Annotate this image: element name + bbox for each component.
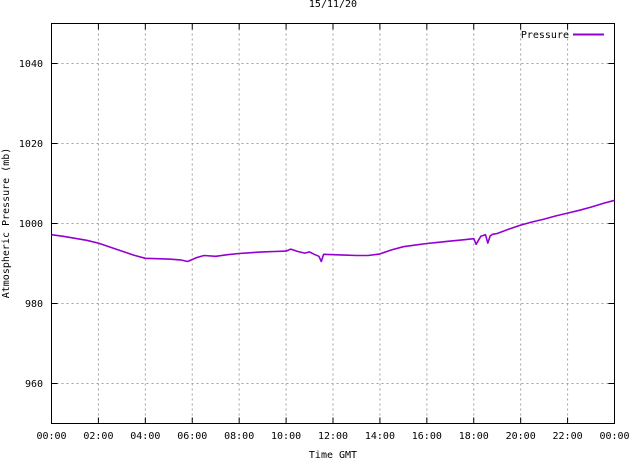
- x-tick-label: 00:00: [599, 431, 629, 442]
- x-tick-label: 20:00: [506, 431, 536, 442]
- x-tick-label: 08:00: [224, 431, 254, 442]
- x-tick-label: 22:00: [553, 431, 583, 442]
- legend-label-pressure: Pressure: [521, 30, 569, 41]
- y-tick-label: 1040: [19, 59, 43, 70]
- y-axis-label: Atmospheric Pressure (mb): [1, 148, 12, 299]
- x-axis-label: Time GMT: [309, 450, 357, 459]
- pressure-chart-svg: 00:00 02:00 04:00 06:00 08:00 10:00 12:00 14:00…: [1, 0, 629, 459]
- x-tick-label: 10:00: [271, 431, 301, 442]
- y-tick-label: 1000: [19, 219, 43, 230]
- y-tick-label: 980: [25, 299, 43, 310]
- chart-title: 15/11/20: [309, 0, 357, 10]
- x-tick-label: 04:00: [130, 431, 160, 442]
- x-tick-label: 02:00: [83, 431, 113, 442]
- legend: Pressure: [521, 30, 604, 41]
- y-tick-label: 960: [25, 379, 43, 390]
- grid-lines: [51, 23, 615, 424]
- pressure-chart: 00:00 02:00 04:00 06:00 08:00 10:00 12:00 14:00…: [0, 0, 629, 459]
- x-tick-label: 18:00: [459, 431, 489, 442]
- x-tick-label: 06:00: [177, 431, 207, 442]
- x-tick-label: 12:00: [318, 431, 348, 442]
- x-tick-label: 00:00: [36, 431, 66, 442]
- x-tick-label: 14:00: [365, 431, 395, 442]
- y-tick-label: 1020: [19, 139, 43, 150]
- tick-labels: 00:00 02:00 04:00 06:00 08:00 10:00 12:00 14:00…: [19, 59, 629, 442]
- x-tick-label: 16:00: [412, 431, 442, 442]
